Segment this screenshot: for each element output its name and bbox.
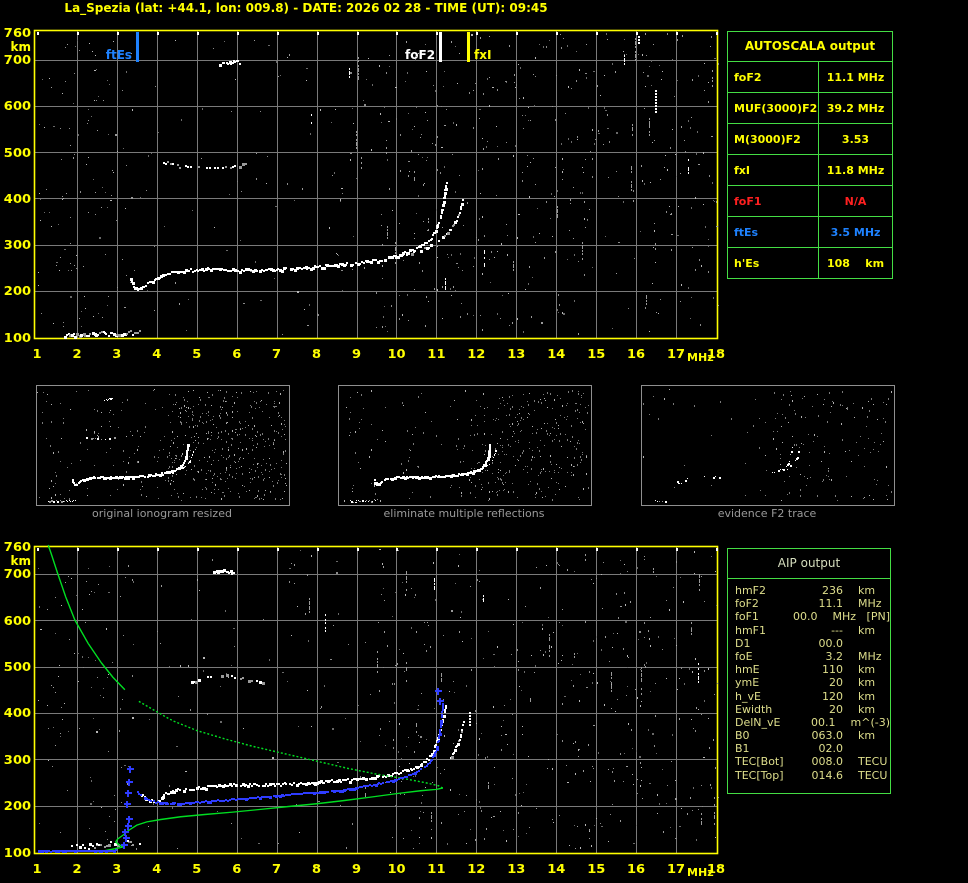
aip-row: hmF1 --- km <box>735 624 890 637</box>
aip-row-label: h_vE <box>735 689 761 703</box>
autoscala-row: ftEs 3.5 MHz <box>728 217 892 248</box>
thumbnail-caption-evidence: evidence F2 trace <box>717 507 817 520</box>
aip-row: hmE 110 km <box>735 663 890 676</box>
autoscala-table: AUTOSCALA output foF2 11.1 MHz MUF(3000)F2 3… <box>727 31 893 279</box>
aip-row-label: B0 <box>735 729 750 743</box>
aip-row-value: 00.1 <box>811 715 836 729</box>
autoscala-row: foF2 11.1 MHz <box>728 62 892 93</box>
aip-row-unit: km <box>858 623 876 637</box>
aip-row-unit: MHz [PN] <box>832 610 890 624</box>
aip-row: foE 3.2 MHz <box>735 650 890 663</box>
aip-row: foF1 00.0 MHz [PN] <box>735 610 890 623</box>
thumbnail-evidence-f2 <box>641 385 895 506</box>
autoscala-row: foF1 N/A <box>728 186 892 217</box>
autoscala-row-label: MUF(3000)F2 <box>728 93 819 123</box>
aip-row-label: DelN_vE <box>735 715 781 729</box>
aip-row-unit: MHz <box>858 597 882 611</box>
top-ionogram-plot <box>0 18 740 370</box>
aip-row-value: 3.2 <box>825 649 844 663</box>
thumbnail-evidence-canvas <box>642 386 892 503</box>
aip-row-unit: m^(-3) <box>850 715 890 729</box>
aip-row-value: 110 <box>822 663 843 677</box>
aip-row-label: foF1 <box>735 610 759 624</box>
aip-row: ymE 20 km <box>735 676 890 689</box>
thumbnail-caption-original: original ionogram resized <box>92 507 232 520</box>
aip-row-unit: MHz <box>858 649 882 663</box>
autoscala-row-value: 3.5 MHz <box>830 225 881 239</box>
aip-row-value: 11.1 <box>818 597 844 611</box>
station-title: La_Spezia (lat: +44.1, lon: 009.8) - DAT… <box>64 1 548 15</box>
aip-row-unit: km <box>858 663 876 677</box>
aip-row-value: 00.0 <box>818 636 844 650</box>
thumbnail-original-ionogram <box>36 385 290 506</box>
aip-table: AIP output hmF2 236 km foF2 11.1 MHz foF1 00.0 MH… <box>727 548 891 794</box>
aip-row-unit: km <box>858 702 876 716</box>
autoscala-app-window: La_Spezia (lat: +44.1, lon: 009.8) - DAT… <box>0 0 968 883</box>
aip-row-value: 008.0 <box>811 755 844 769</box>
aip-row: B0 063.0 km <box>735 729 890 742</box>
autoscala-row-label: foF2 <box>728 62 819 92</box>
aip-row-unit: km <box>858 689 876 703</box>
aip-row: h_vE 120 km <box>735 690 890 703</box>
aip-row-unit: km <box>858 584 876 597</box>
aip-row: B1 02.0 <box>735 742 890 755</box>
aip-row-label: hmE <box>735 663 760 677</box>
aip-row: TEC[Bot] 008.0 TECU <box>735 755 890 768</box>
autoscala-row-label: M(3000)F2 <box>728 124 819 154</box>
autoscala-row-label: fxI <box>728 155 819 185</box>
thumbnail-eliminate-reflections <box>338 385 592 506</box>
autoscala-row-label: ftEs <box>728 217 819 247</box>
aip-row-unit: TECU <box>858 755 888 769</box>
aip-table-body: hmF2 236 km foF2 11.1 MHz foF1 00.0 MHz [PN] hmF1… <box>728 579 890 782</box>
aip-row-value: --- <box>831 623 843 637</box>
aip-row-unit <box>843 637 858 650</box>
autoscala-row: fxI 11.8 MHz <box>728 155 892 186</box>
aip-row-label: ymE <box>735 676 760 690</box>
bottom-ionogram-plot <box>0 535 740 883</box>
aip-row-label: TEC[Top] <box>735 768 784 782</box>
autoscala-row: h'Es 108 km <box>728 248 892 278</box>
aip-row-value: 236 <box>822 584 843 597</box>
aip-row-label: hmF2 <box>735 584 767 597</box>
autoscala-table-title: AUTOSCALA output <box>728 32 892 62</box>
aip-row-value: 20 <box>829 676 843 690</box>
autoscala-row-label: foF1 <box>728 186 819 216</box>
aip-row-label: TEC[Bot] <box>735 755 784 769</box>
autoscala-row-value: 11.1 MHz <box>826 70 885 84</box>
aip-row-unit <box>843 742 858 755</box>
aip-row-unit: km <box>858 729 876 743</box>
aip-row-value: 014.6 <box>811 768 844 782</box>
autoscala-row-label: h'Es <box>728 248 819 278</box>
thumbnail-eliminate-canvas <box>339 386 589 503</box>
aip-row-unit: km <box>858 676 876 690</box>
autoscala-row-value: 108 km <box>826 256 885 270</box>
aip-row-label: foE <box>735 649 753 663</box>
thumbnail-caption-eliminate: eliminate multiple reflections <box>383 507 545 520</box>
aip-row: TEC[Top] 014.6 TECU <box>735 769 890 782</box>
aip-row-label: foF2 <box>735 597 759 611</box>
aip-row-value: 063.0 <box>811 729 844 743</box>
aip-row: D1 00.0 <box>735 637 890 650</box>
autoscala-row: M(3000)F2 3.53 <box>728 124 892 155</box>
aip-row-label: hmF1 <box>735 623 767 637</box>
aip-row-value: 00.0 <box>793 610 818 624</box>
aip-row: Ewidth 20 km <box>735 703 890 716</box>
aip-row-value: 20 <box>829 702 843 716</box>
autoscala-row-value: 11.8 MHz <box>826 163 885 177</box>
aip-table-title: AIP output <box>728 549 890 579</box>
aip-row: hmF2 236 km <box>735 584 890 597</box>
autoscala-row: MUF(3000)F2 39.2 MHz <box>728 93 892 124</box>
aip-row-label: Ewidth <box>735 702 773 716</box>
aip-row-label: D1 <box>735 636 751 650</box>
thumbnail-original-canvas <box>37 386 287 503</box>
aip-row-value: 02.0 <box>818 742 844 756</box>
autoscala-row-value: N/A <box>844 194 867 208</box>
autoscala-row-value: 3.53 <box>841 132 870 146</box>
autoscala-row-value: 39.2 MHz <box>826 101 885 115</box>
aip-row-unit: TECU <box>858 768 888 782</box>
aip-row-value: 120 <box>822 689 843 703</box>
aip-row: foF2 11.1 MHz <box>735 597 890 610</box>
aip-row-label: B1 <box>735 742 750 756</box>
aip-row: DelN_vE 00.1 m^(-3) <box>735 716 890 729</box>
